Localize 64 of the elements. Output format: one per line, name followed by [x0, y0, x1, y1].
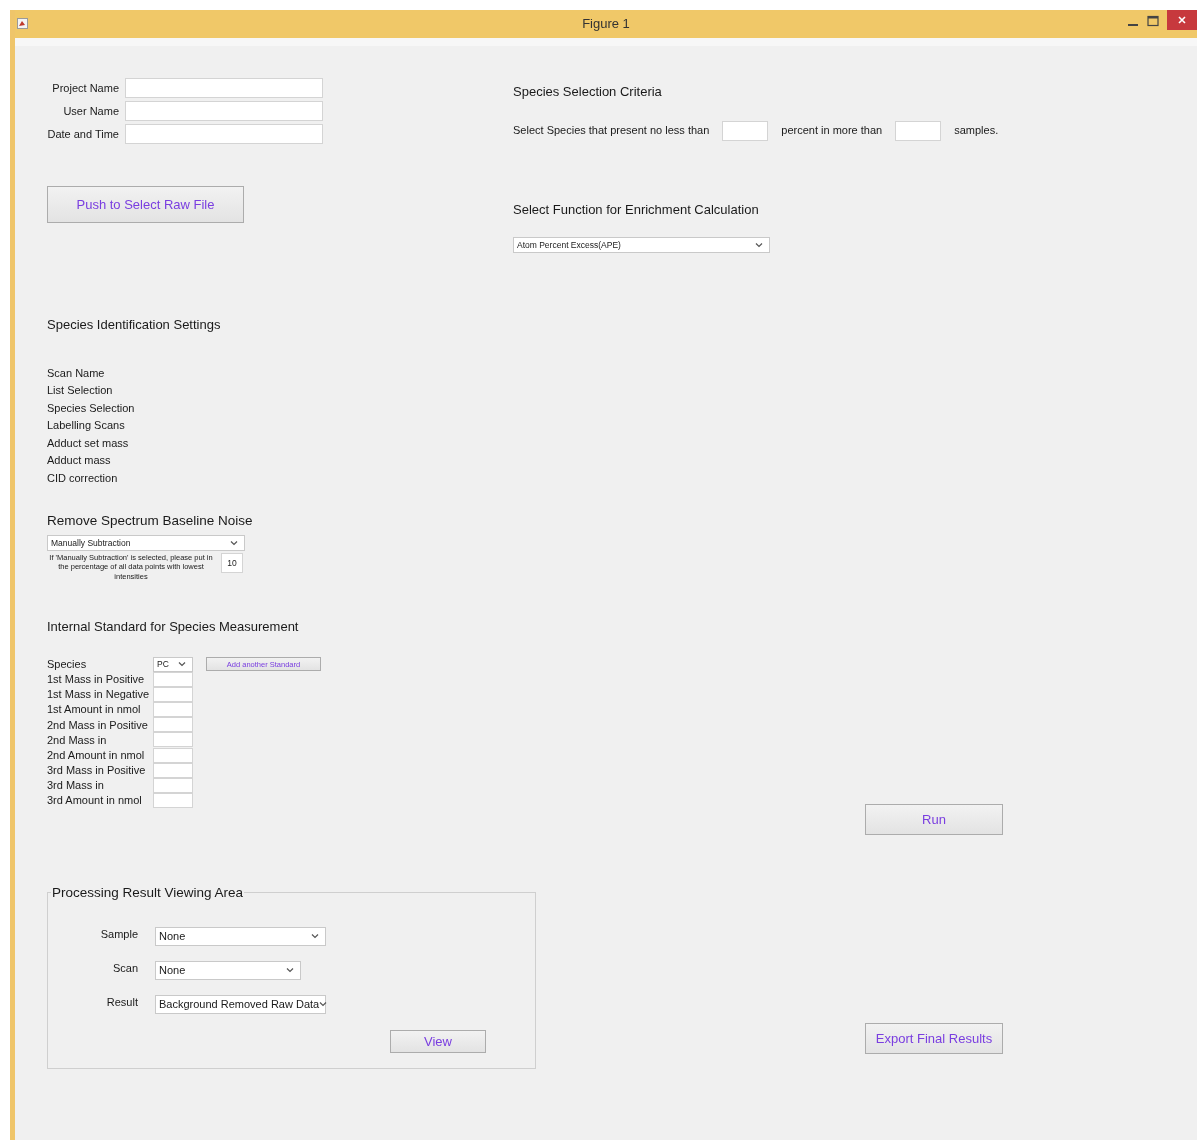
push-button[interactable]: Push to Select Raw File — [47, 186, 244, 223]
row-label: 1st Mass in Positive — [47, 672, 146, 688]
selector-label: Sample — [99, 927, 138, 943]
row-label: 1st Amount in nmol — [47, 702, 142, 718]
dropdown[interactable]: None — [155, 926, 326, 946]
setting-label: Adduct set mass — [47, 435, 129, 451]
row-label: 2nd Mass in Positive — [47, 717, 149, 733]
criteria-text: Select Species that present no less than — [513, 123, 710, 139]
push-button[interactable]: View — [390, 1029, 486, 1053]
app-icon — [17, 18, 28, 29]
close-button[interactable] — [1167, 10, 1197, 30]
chevron-icon — [755, 242, 763, 248]
chevron-icon — [311, 933, 319, 940]
input-field[interactable] — [153, 702, 193, 718]
dropdown[interactable]: Background Removed Raw Data — [155, 994, 326, 1014]
push-button[interactable]: Run — [865, 804, 1003, 835]
row-label: 3rd Mass in Positive — [47, 762, 147, 778]
input-field[interactable] — [125, 101, 323, 121]
row-label: 2nd Amount in nmol — [47, 747, 146, 763]
section-heading: Species Identification Settings — [47, 316, 222, 334]
dropdown[interactable]: PC — [153, 656, 193, 672]
setting-label: Labelling Scans — [47, 418, 125, 434]
chevron-icon — [319, 1001, 328, 1008]
input-field[interactable] — [153, 687, 193, 703]
push-button[interactable]: Export Final Results — [865, 1023, 1003, 1054]
criteria-text: percent in more than — [781, 123, 883, 139]
input-field[interactable] — [153, 747, 193, 763]
selector-label: Scan — [111, 961, 138, 977]
input-field[interactable] — [153, 732, 193, 748]
setting-label: CID correction — [47, 471, 118, 487]
row-label: 2nd Mass in — [47, 732, 108, 748]
input-field[interactable] — [153, 672, 193, 688]
section-heading: Internal Standard for Species Measurement — [47, 618, 299, 637]
setting-label: Species Selection — [47, 400, 135, 416]
input-field[interactable] — [722, 120, 769, 141]
close-icon — [1178, 16, 1186, 24]
selector-label: Result — [105, 995, 138, 1011]
row-label: 1st Mass in Negative — [47, 687, 151, 703]
input-field[interactable] — [895, 120, 942, 141]
field-label: User Name — [62, 103, 120, 119]
field-label: Date and Time — [47, 126, 120, 142]
setting-label: Scan Name — [47, 365, 105, 381]
chevron-icon — [178, 661, 186, 668]
chevron-icon — [230, 539, 238, 546]
field-label: Project Name — [51, 80, 120, 96]
input-field[interactable] — [125, 124, 323, 144]
setting-label: Adduct mass — [47, 453, 111, 469]
row-label: 3rd Mass in — [47, 777, 105, 793]
dropdown[interactable]: None — [155, 960, 301, 980]
section-heading: Remove Spectrum Baseline Noise — [47, 511, 253, 530]
input-field[interactable] — [125, 78, 323, 98]
row-label: Species — [47, 657, 88, 673]
dropdown[interactable]: Manually Subtraction — [47, 534, 245, 551]
input-field[interactable] — [153, 717, 193, 733]
dropdown[interactable]: Atom Percent Excess(APE) — [513, 237, 770, 253]
section-heading: Species Selection Criteria — [513, 83, 662, 101]
setting-label: List Selection — [47, 383, 113, 399]
input-field[interactable]: 10 — [221, 552, 243, 573]
criteria-text: samples. — [954, 123, 999, 139]
chevron-icon — [286, 967, 294, 974]
maximize-icon[interactable] — [1147, 15, 1159, 27]
row-label: 3rd Amount in nmol — [47, 793, 143, 809]
section-heading: Select Function for Enrichment Calculation — [513, 200, 759, 219]
window-title: Figure 1 — [582, 15, 630, 34]
